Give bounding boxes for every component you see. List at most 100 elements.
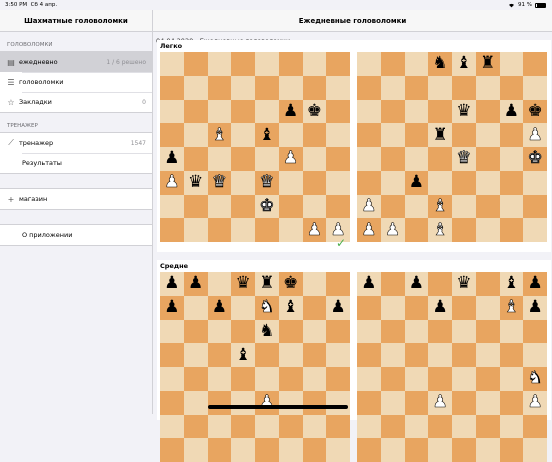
puzzle-panel: Средне ♟ ♟ ♛ ♜ ♚ ♟ ♟ ♞ ♝ ♟ ♞ ♝ ♟ ♟ ♟ ♛ ♝ ♟ ♟ ♝ ♟ ♞ ♟ ♟: [157, 260, 551, 462]
board-square: ♝: [278, 295, 303, 320]
board-square: [160, 319, 184, 344]
board-square: [183, 367, 208, 391]
board-square: [357, 390, 381, 415]
chess-piece: ♝: [456, 53, 472, 74]
plus-icon: +: [7, 194, 15, 204]
chess-piece: ♟: [164, 148, 180, 169]
board-square: [183, 343, 208, 367]
chess-piece: ♚: [306, 100, 322, 121]
sidebar-item-label: головоломки: [19, 78, 64, 86]
board-square: [207, 319, 232, 344]
chess-board[interactable]: ♟ ♟ ♛ ♜ ♚ ♟ ♟ ♞ ♝ ♟ ♞ ♝ ♟: [160, 272, 350, 462]
board-square: [404, 343, 429, 367]
board-square: [428, 170, 452, 195]
board-square: [326, 123, 350, 147]
chess-piece: ♟: [361, 219, 377, 240]
sidebar-item-value: 1 / 6 решено: [106, 58, 146, 66]
board-square: ♛: [207, 170, 232, 195]
board-square: [404, 75, 429, 100]
board-square: [255, 218, 279, 242]
board-square: [404, 438, 429, 462]
board-square: [231, 319, 255, 344]
chess-piece: ♞: [432, 53, 448, 74]
board-square: [404, 390, 429, 415]
board-square: [452, 390, 476, 415]
chess-piece: ♞: [527, 368, 543, 389]
board-square: [278, 194, 303, 219]
board-square: [183, 319, 208, 344]
board-square: [380, 147, 405, 171]
star-icon: ☆: [7, 97, 15, 107]
board-square: ♟: [160, 272, 184, 296]
board-square: ♝: [231, 343, 255, 367]
chess-piece: ♝: [432, 219, 448, 240]
chess-piece: ♟: [408, 172, 424, 193]
chess-piece: ♟: [211, 297, 227, 318]
graph-icon: ⟋: [8, 138, 14, 147]
board-square: ♟: [404, 170, 429, 195]
sidebar-group: ▤ ежедневно 1 / 6 решено ☰ головоломки ☆ Закла…: [0, 51, 152, 113]
board-square: [207, 147, 232, 171]
board-square: [255, 147, 279, 171]
chess-piece: ♞: [259, 320, 275, 341]
sidebar-item-3-0[interactable]: О приложении: [0, 225, 152, 245]
board-square: [231, 123, 255, 147]
board-square: [380, 438, 405, 462]
home-indicator[interactable]: [208, 405, 348, 409]
board-square: [231, 390, 255, 415]
sidebar-item-1-1[interactable]: Результаты: [0, 153, 152, 173]
board-square: [207, 75, 232, 100]
board-square: [499, 123, 524, 147]
chess-piece: ♛: [211, 172, 227, 193]
board-square: [231, 295, 255, 320]
board-square: [357, 170, 381, 195]
sidebar-item-2-0[interactable]: + магазин: [0, 189, 152, 209]
board-square: [475, 123, 500, 147]
chess-board[interactable]: ♞ ♝ ♜ ♛ ♟ ♚ ♜ ♟ ♛ ♚ ♟ ♟ ♝ ♟ ♟ ♝: [357, 52, 547, 242]
board-square: [231, 414, 255, 439]
board-square: [380, 123, 405, 147]
board-square: [326, 170, 350, 195]
board-square: ♝: [452, 52, 476, 76]
chess-piece: ♝: [432, 195, 448, 216]
board-square: [278, 390, 303, 415]
board-square: [357, 123, 381, 147]
sidebar-item-0-2[interactable]: ☆ Закладки 0: [0, 92, 152, 112]
difficulty-label: Средне: [160, 262, 188, 270]
difficulty-label: Легко: [160, 42, 183, 50]
board-square: [357, 75, 381, 100]
sidebar-item-1-0[interactable]: ⟋ тренажер 1547: [0, 133, 152, 153]
chess-piece: ♟: [385, 219, 401, 240]
sidebar-item-0-0[interactable]: ▤ ежедневно 1 / 6 решено: [0, 52, 152, 72]
board-square: [499, 194, 524, 219]
chess-piece: ♜: [432, 124, 448, 145]
board-square: [475, 194, 500, 219]
chess-piece: ♚: [527, 148, 543, 169]
board-square: [452, 218, 476, 242]
board-square: ♜: [475, 52, 500, 76]
sidebar-item-0-1[interactable]: ☰ головоломки: [0, 72, 152, 92]
chess-piece: ♝: [503, 297, 519, 318]
board-square: [357, 295, 381, 320]
board-square: [452, 170, 476, 195]
chess-board[interactable]: ♟ ♚ ♝ ♝ ♟ ♟ ♟ ♛ ♛ ♛ ♚ ♟ ♟: [160, 52, 350, 242]
chess-piece: ♛: [456, 148, 472, 169]
chess-board[interactable]: ♟ ♟ ♛ ♝ ♟ ♟ ♝ ♟ ♞ ♟ ♟: [357, 272, 547, 462]
board-square: [183, 414, 208, 439]
board-square: [278, 218, 303, 242]
board-square: [499, 147, 524, 171]
board-square: ♚: [523, 147, 547, 171]
board-square: [357, 319, 381, 344]
status-bar: 3:50 PM Сб 4 апр. 91 %: [0, 0, 552, 10]
board-square: [231, 367, 255, 391]
board-square: ♟: [404, 272, 429, 296]
board-square: ♜: [428, 123, 452, 147]
board-square: ♝: [207, 123, 232, 147]
board-square: ♟: [380, 218, 405, 242]
board-square: [475, 343, 500, 367]
board-square: [452, 414, 476, 439]
board-square: [207, 343, 232, 367]
chess-piece: ♟: [164, 172, 180, 193]
board-square: ♝: [428, 218, 452, 242]
